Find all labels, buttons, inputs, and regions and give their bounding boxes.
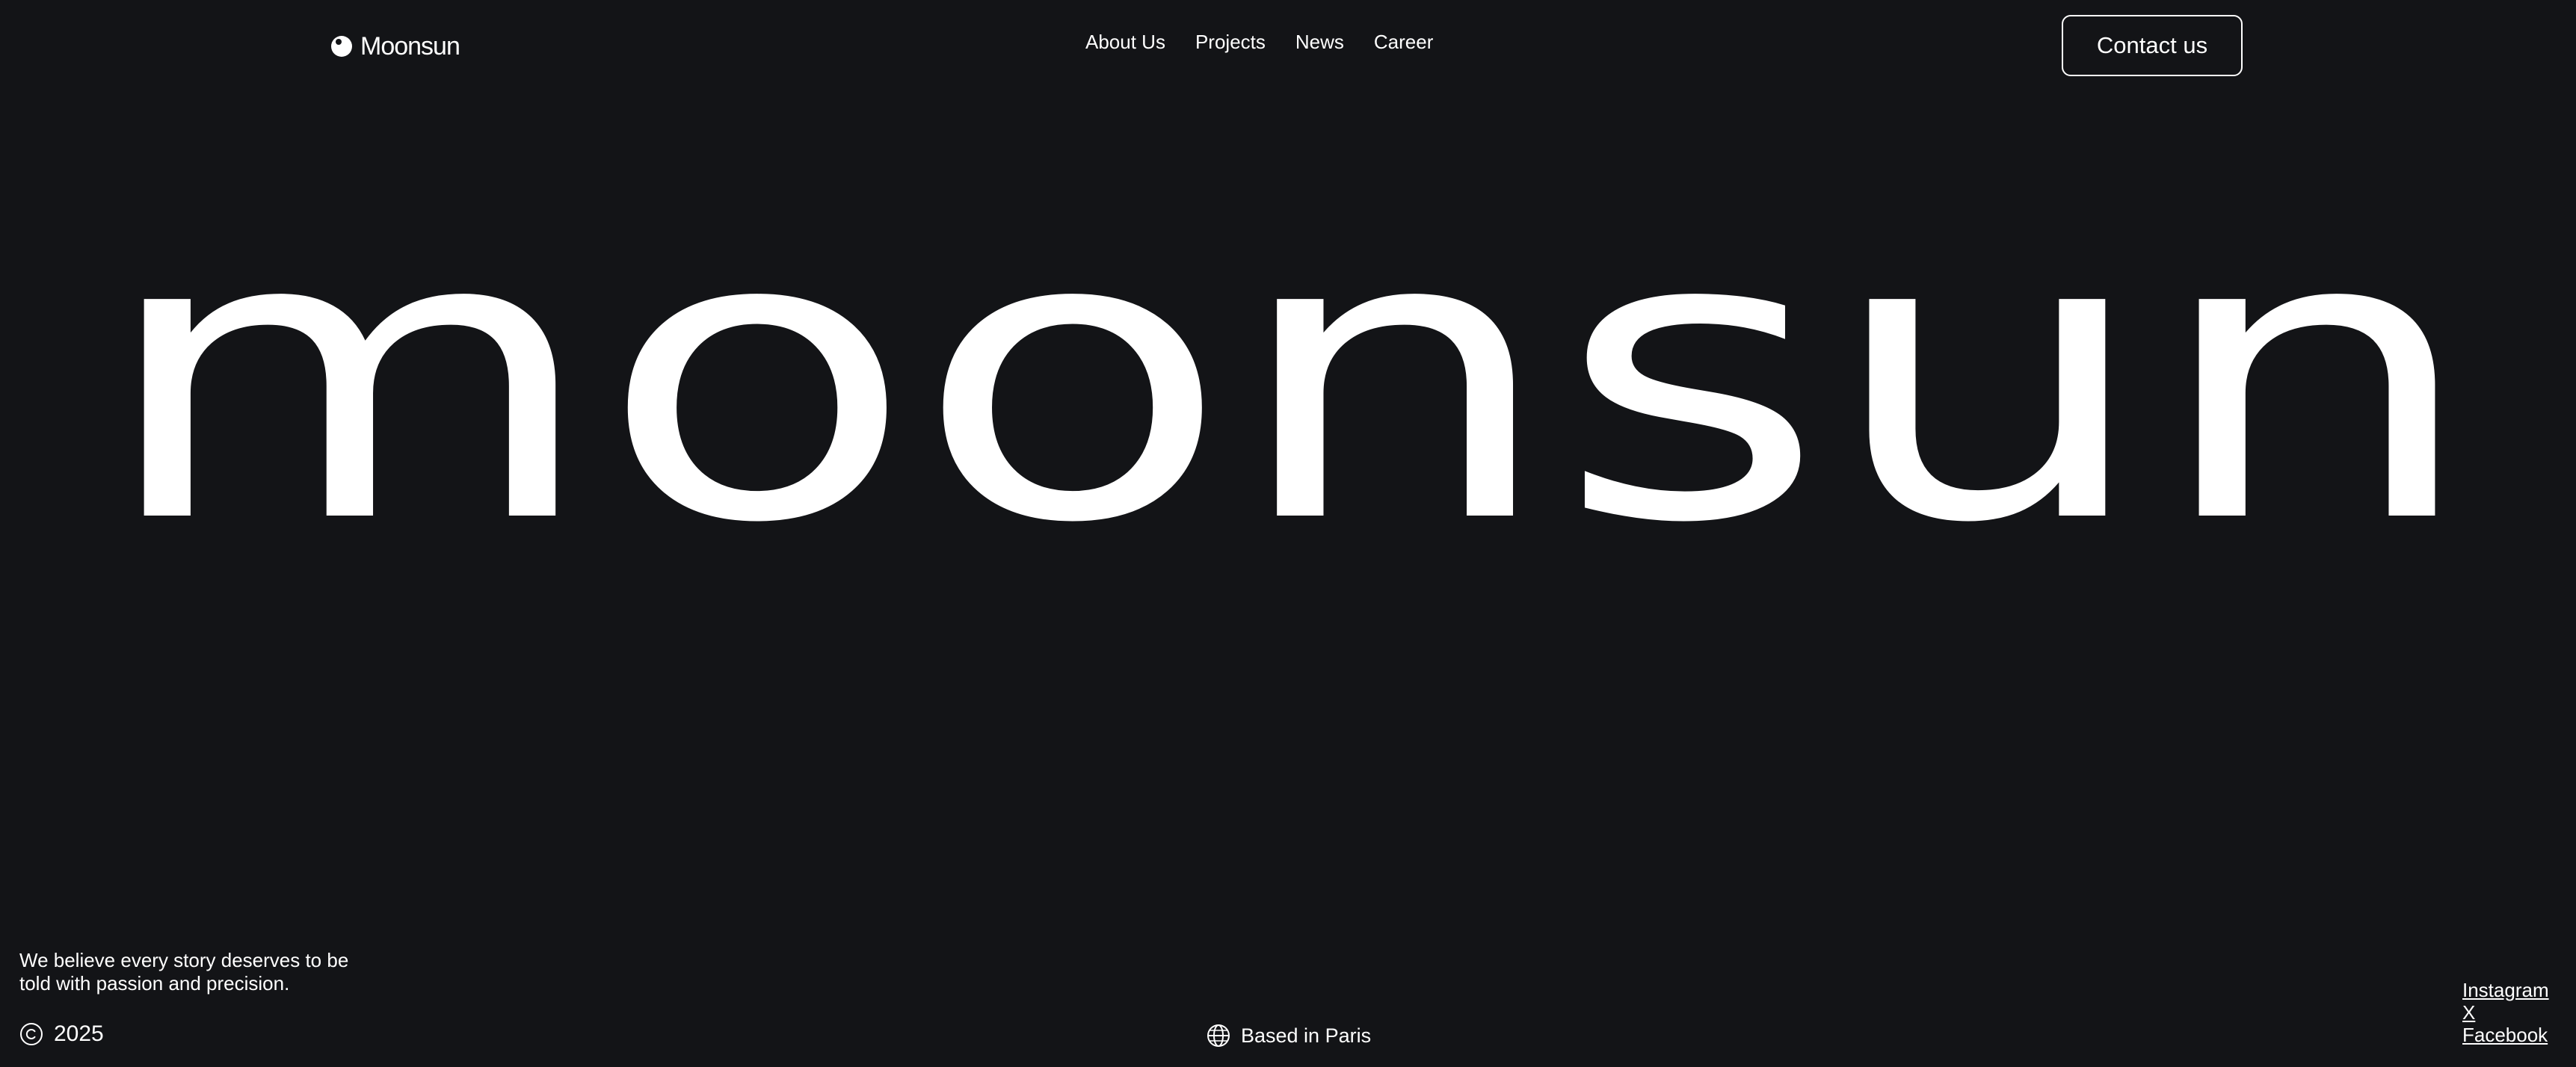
contact-us-button[interactable]: Contact us bbox=[2062, 15, 2243, 76]
nav-item-career[interactable]: Career bbox=[1374, 27, 1433, 57]
hero-section: moonsun bbox=[0, 149, 2576, 568]
copyright: 2025 bbox=[19, 1021, 104, 1048]
social-link-x[interactable]: X bbox=[2462, 1001, 2549, 1024]
hero-wordmark-canvas: moonsun bbox=[97, 149, 2479, 568]
globe-icon bbox=[1207, 1024, 1230, 1047]
location: Based in Paris bbox=[1207, 1022, 1371, 1049]
hero-wordmark: moonsun bbox=[97, 149, 2479, 568]
social-link-instagram[interactable]: Instagram bbox=[2462, 979, 2549, 1001]
copyright-year: 2025 bbox=[54, 1021, 104, 1046]
social-link-facebook[interactable]: Facebook bbox=[2462, 1024, 2549, 1046]
social-links: Instagram X Facebook bbox=[2462, 979, 2549, 1046]
moon-logo-icon bbox=[331, 36, 352, 57]
nav-item-news[interactable]: News bbox=[1295, 27, 1344, 57]
tagline: We believe every story deserves to be to… bbox=[19, 949, 349, 995]
nav-item-projects[interactable]: Projects bbox=[1195, 27, 1266, 57]
location-label: Based in Paris bbox=[1241, 1024, 1372, 1047]
brand-logo[interactable]: Moonsun bbox=[330, 33, 460, 60]
nav-item-about-us[interactable]: About Us bbox=[1085, 27, 1165, 57]
copyright-icon bbox=[20, 1023, 43, 1045]
main-nav: About Us Projects News Career bbox=[1085, 27, 1433, 57]
brand-name: Moonsun bbox=[360, 32, 460, 61]
